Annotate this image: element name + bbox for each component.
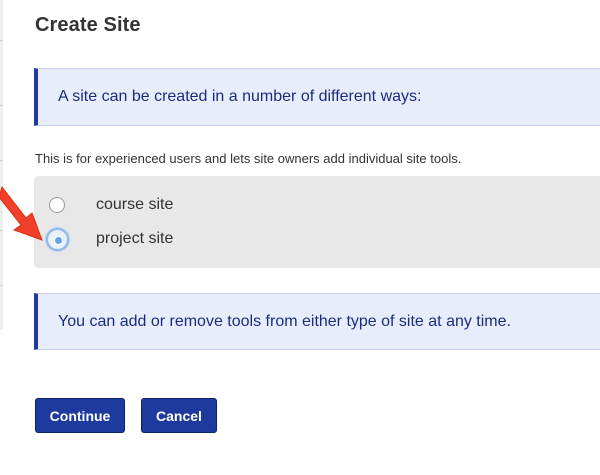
radio-selected-dot [54,235,63,245]
red-arrow-icon [0,185,43,241]
course-site-label[interactable]: course site [96,196,173,214]
info-message-ways-text: A site can be created in a number of dif… [58,88,422,105]
cancel-button[interactable]: Cancel [141,398,217,433]
project-site-label[interactable]: project site [96,230,173,248]
site-type-options-panel: course site project site [34,176,600,268]
option-project-site[interactable]: project site [34,226,434,252]
page-title: Create Site [35,14,141,36]
option-course-site[interactable]: course site [34,192,434,218]
info-message-tools-text: You can add or remove tools from either … [58,312,511,330]
continue-button[interactable]: Continue [35,398,125,433]
info-message-tools: You can add or remove tools from either … [34,293,600,350]
left-edge-divider [0,0,3,330]
site-type-description: This is for experienced users and lets s… [35,151,462,166]
create-site-page: Create Site A site can be created in a n… [0,0,600,475]
info-message-ways: A site can be created in a number of dif… [34,68,600,126]
